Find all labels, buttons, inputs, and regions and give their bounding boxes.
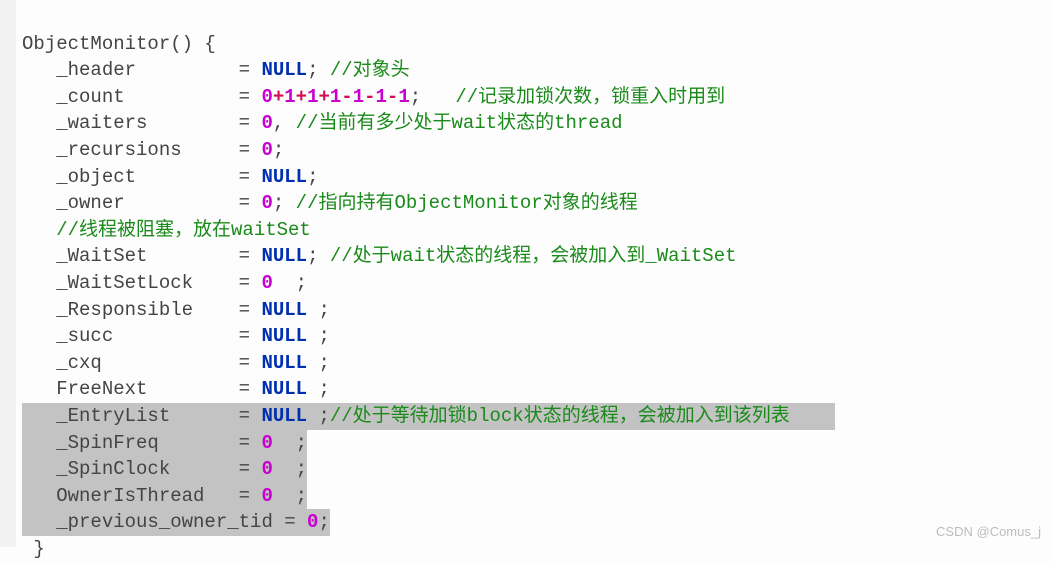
semi: ; [410, 86, 456, 108]
semi: ; [307, 299, 330, 321]
semi: ; [318, 511, 329, 533]
waiters-lhs: _waiters = [22, 112, 261, 134]
semi: ; [307, 325, 330, 347]
minus: - [364, 86, 375, 108]
entrylist-comment: //处于等待加锁block状态的线程，会被加入到该列表 [330, 405, 790, 427]
waitset-lhs: _WaitSet = [22, 245, 261, 267]
highlighted-line-spinclock: _SpinClock = 0 ; [22, 456, 307, 483]
semi: ; [273, 139, 284, 161]
highlighted-line-prevtid: _previous_owner_tid = 0; [22, 509, 330, 536]
recursions-lhs: _recursions = [22, 139, 261, 161]
count-lhs: _count = [22, 86, 261, 108]
owner-lhs: _owner = [22, 192, 261, 214]
close-brace: } [22, 538, 45, 560]
null-keyword: NULL [261, 378, 307, 400]
highlighted-line-ownerthread: OwnerIsThread = 0 ; [22, 483, 307, 510]
spinclock-lhs: _SpinClock = [22, 458, 261, 480]
null-keyword: NULL [261, 166, 307, 188]
header-comment: //对象头 [330, 59, 410, 81]
count-comment: //记录加锁次数，锁重入时用到 [455, 86, 725, 108]
null-keyword: NULL [261, 352, 307, 374]
owner-comment: //指向持有ObjectMonitor对象的线程 [296, 192, 638, 214]
num-1: 1 [330, 86, 341, 108]
watermark: CSDN @Comus_j [936, 523, 1041, 541]
plus: + [296, 86, 307, 108]
responsible-lhs: _Responsible = [22, 299, 261, 321]
fn-decl: ObjectMonitor() { [22, 33, 216, 55]
null-keyword: NULL [261, 325, 307, 347]
semi: ; [273, 192, 296, 214]
plus: + [318, 86, 329, 108]
null-keyword: NULL [261, 59, 307, 81]
semi: ; [307, 405, 330, 427]
succ-lhs: _succ = [22, 325, 261, 347]
minus: - [387, 86, 398, 108]
num-1: 1 [284, 86, 295, 108]
ownerthread-lhs: OwnerIsThread = [22, 485, 261, 507]
num-0: 0 [261, 432, 272, 454]
num-0: 0 [261, 272, 272, 294]
semi: ; [273, 485, 307, 507]
entrylist-lhs: _EntryList = [22, 405, 261, 427]
pad [790, 405, 836, 427]
num-0: 0 [261, 112, 272, 134]
num-0: 0 [261, 86, 272, 108]
null-keyword: NULL [261, 299, 307, 321]
object-lhs: _object = [22, 166, 261, 188]
num-1: 1 [398, 86, 409, 108]
waitset-comment: //处于wait状态的线程，会被加入到_WaitSet [330, 245, 737, 267]
num-0: 0 [261, 192, 272, 214]
cxq-lhs: _cxq = [22, 352, 261, 374]
code-block: ObjectMonitor() { _header = NULL; //对象头 … [0, 0, 1053, 562]
wslock-lhs: _WaitSetLock = [22, 272, 261, 294]
num-0: 0 [261, 485, 272, 507]
null-keyword: NULL [261, 405, 307, 427]
comma: , [273, 112, 296, 134]
header-lhs: _header = [22, 59, 261, 81]
num-1: 1 [376, 86, 387, 108]
semi: ; [307, 245, 330, 267]
plus: + [273, 86, 284, 108]
null-keyword: NULL [261, 245, 307, 267]
waiters-comment: //当前有多少处于wait状态的thread [296, 112, 623, 134]
semi: ; [273, 272, 307, 294]
semi: ; [307, 352, 330, 374]
semi: ; [307, 166, 318, 188]
highlighted-line-entrylist: _EntryList = NULL ;//处于等待加锁block状态的线程，会被… [22, 403, 835, 430]
minus: - [341, 86, 352, 108]
freenext-lhs: FreeNext = [22, 378, 261, 400]
semi: ; [273, 458, 307, 480]
highlighted-line-spinfreq: _SpinFreq = 0 ; [22, 430, 307, 457]
semi: ; [307, 378, 330, 400]
num-0: 0 [307, 511, 318, 533]
spinfreq-lhs: _SpinFreq = [22, 432, 261, 454]
num-0: 0 [261, 139, 272, 161]
prevtid-lhs: _previous_owner_tid = [22, 511, 307, 533]
num-1: 1 [307, 86, 318, 108]
block-comment: //线程被阻塞，放在waitSet [22, 219, 311, 241]
num-0: 0 [261, 458, 272, 480]
num-1: 1 [353, 86, 364, 108]
semi: ; [307, 59, 330, 81]
gutter [0, 0, 16, 547]
semi: ; [273, 432, 307, 454]
